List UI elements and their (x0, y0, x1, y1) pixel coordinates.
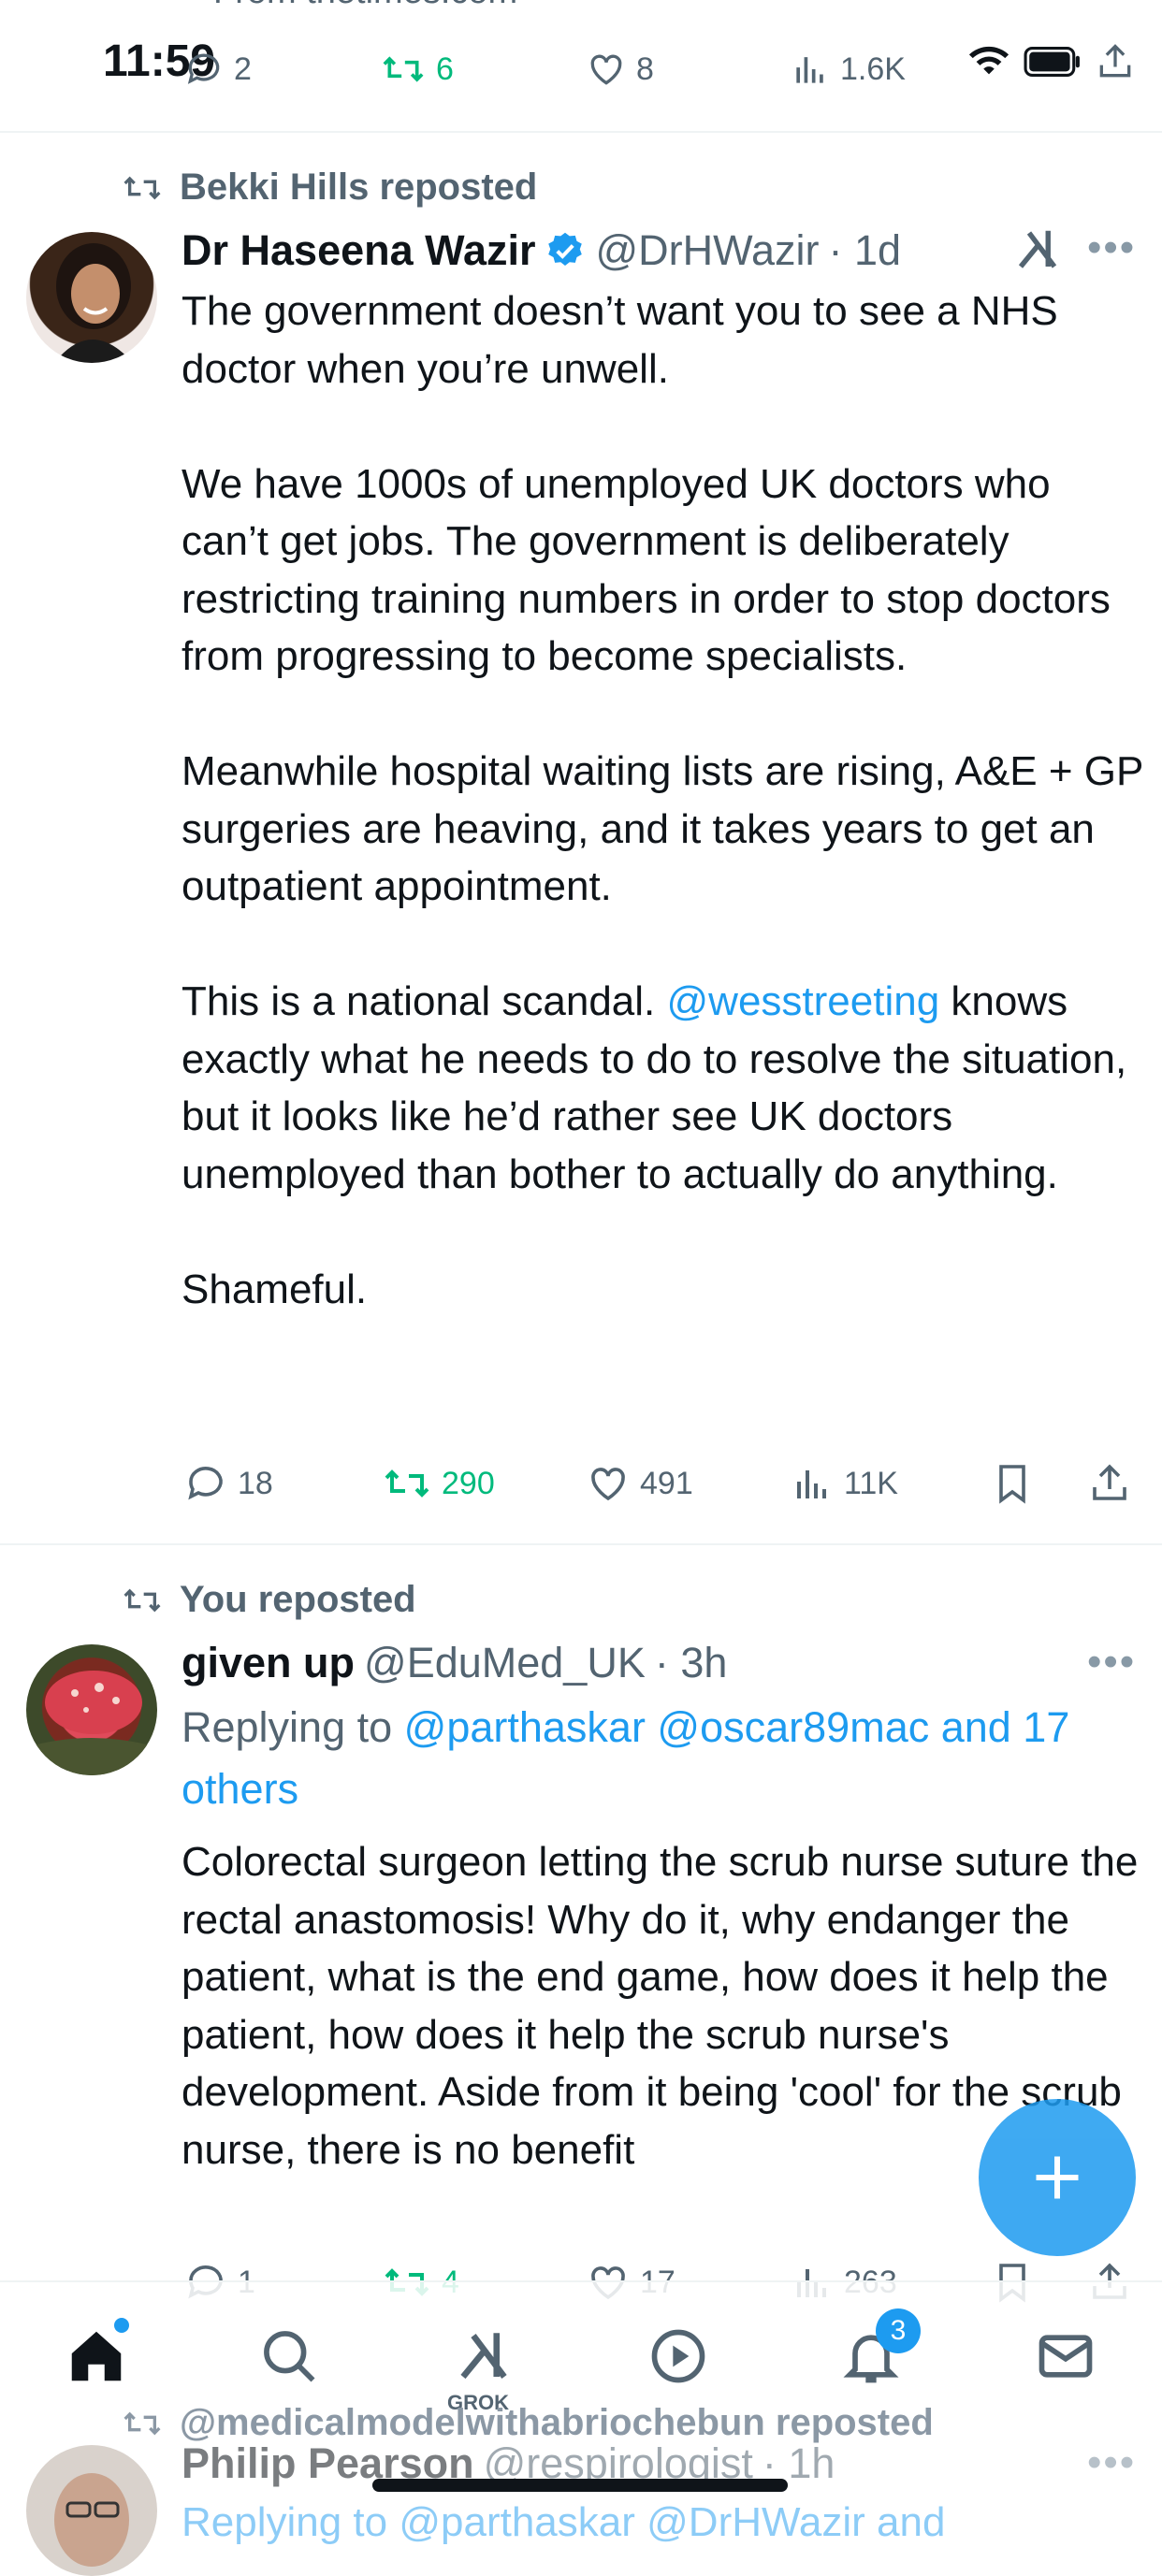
notification-badge: 3 (876, 2308, 921, 2353)
replying-to-preview: Replying to @parthaskar @DrHWazir and (182, 2499, 946, 2545)
reply-button[interactable]: 18 (183, 1461, 273, 1506)
heart-icon (590, 54, 622, 85)
repost-by-text: Bekki Hills reposted (180, 166, 538, 208)
avatar[interactable] (26, 2445, 157, 2576)
views-count: 1.6K (840, 51, 906, 87)
tweet-paragraph: Meanwhile hospital waiting lists are ris… (182, 748, 1155, 909)
bar-chart-icon (796, 57, 823, 83)
views-button[interactable]: 1.6K (790, 49, 906, 90)
tweet-actions: 18 290 491 11K (183, 1461, 1136, 1508)
repost-icon (385, 1469, 429, 1498)
repost-icon (123, 176, 161, 199)
avatar-portrait (54, 243, 133, 363)
bookmark-button[interactable] (990, 1461, 1035, 1514)
repost-icon (123, 2411, 161, 2435)
repost-button[interactable]: 6 (380, 49, 454, 90)
tweet-header: Dr Haseena Wazir @DrHWazir · 1d (182, 226, 901, 275)
new-posts-dot (114, 2318, 129, 2333)
home-indicator (372, 2479, 788, 2492)
more-options-icon[interactable]: ••• (1087, 1639, 1136, 1686)
wifi-icon (968, 46, 1009, 75)
replying-prefix: Replying to (182, 1703, 404, 1751)
battery-icon (1024, 46, 1080, 78)
like-button[interactable]: 8 (586, 49, 654, 90)
grok-icon[interactable] (1012, 224, 1063, 280)
avatar[interactable] (26, 1644, 157, 1775)
like-button[interactable]: 491 (586, 1461, 693, 1506)
avatar[interactable] (26, 232, 157, 363)
display-name[interactable]: given up (182, 1639, 355, 1687)
avatar-mushroom-image (26, 1671, 157, 1775)
like-count: 8 (636, 51, 654, 87)
share-icon[interactable] (1095, 41, 1136, 82)
display-name[interactable]: Dr Haseena Wazir (182, 226, 535, 275)
previous-tweet-source: From thetimes.com (213, 0, 517, 12)
repost-icon (123, 1588, 161, 1612)
tweet-paragraph: The government doesn’t want you to see a… (182, 288, 1069, 392)
repost-indicator[interactable]: @medicalmodelwithabriochebun reposted (120, 2402, 934, 2444)
bookmark-icon (999, 1465, 1025, 1504)
reply-count: 2 (234, 51, 252, 87)
more-options-icon[interactable]: ••• (1087, 2439, 1136, 2486)
repost-count: 290 (442, 1465, 495, 1501)
views-button[interactable]: 11K (790, 1461, 898, 1506)
handle[interactable]: @EduMed_UK (364, 1639, 646, 1687)
compose-button[interactable] (979, 2099, 1136, 2256)
home-icon (71, 2331, 122, 2381)
share-icon (1093, 1464, 1126, 1500)
tweet-text-segment: This is a national scandal. (182, 978, 667, 1024)
mention-link[interactable]: @wesstreeting (667, 978, 940, 1024)
tweet-paragraph: Shameful. (182, 1266, 368, 1312)
tweet-paragraph: This is a national scandal. @wesstreetin… (182, 973, 1145, 1203)
repost-icon (383, 56, 424, 82)
repost-button[interactable]: 290 (382, 1461, 495, 1506)
nav-notifications[interactable]: 3 (829, 2308, 921, 2398)
verified-badge-icon (548, 232, 583, 266)
repost-indicator[interactable]: You reposted (120, 1579, 416, 1621)
tweet-paragraph: We have 1000s of unemployed UK doctors w… (182, 460, 1123, 680)
plus-icon (1036, 2156, 1079, 2199)
divider (0, 1543, 1162, 1545)
handle[interactable]: @DrHWazir (595, 226, 819, 275)
repost-by-text: You reposted (180, 1579, 416, 1620)
tweet-text: The government doesn’t want you to see a… (182, 282, 1145, 1318)
tweet-header: given up @EduMed_UK · 3h (182, 1639, 727, 1687)
nav-search[interactable] (247, 2314, 331, 2398)
more-options-icon[interactable]: ••• (1087, 224, 1136, 271)
repost-indicator[interactable]: Bekki Hills reposted (120, 166, 537, 209)
reply-icon (187, 53, 220, 84)
heart-icon (591, 1468, 625, 1501)
reply-count: 18 (238, 1465, 273, 1501)
repost-by-text: @medicalmodelwithabriochebun reposted (180, 2402, 934, 2443)
timestamp[interactable]: · 3h (655, 1639, 728, 1687)
search-icon (264, 2331, 315, 2382)
nav-messages[interactable] (1024, 2314, 1108, 2398)
avatar-portrait (54, 2473, 129, 2567)
reply-icon (188, 1467, 223, 1500)
status-icons (967, 41, 1136, 82)
like-count: 491 (640, 1465, 693, 1501)
grok-logo-icon (1018, 230, 1057, 268)
bar-chart-icon (797, 1470, 826, 1498)
share-button[interactable] (1087, 1461, 1132, 1514)
nav-grok[interactable]: GROK (442, 2314, 526, 2414)
repost-count: 6 (436, 51, 454, 87)
reply-button[interactable]: 2 (183, 49, 252, 90)
grok-icon (460, 2333, 507, 2380)
play-circle-icon (651, 2329, 705, 2383)
replying-to: Replying to @parthaskar @oscar89mac and … (182, 1697, 1145, 1820)
timestamp[interactable]: · 1d (828, 226, 901, 275)
divider (0, 131, 1162, 133)
mail-icon (1039, 2335, 1093, 2378)
nav-video[interactable] (636, 2314, 720, 2398)
views-count: 11K (844, 1465, 898, 1501)
nav-home[interactable] (54, 2314, 138, 2398)
